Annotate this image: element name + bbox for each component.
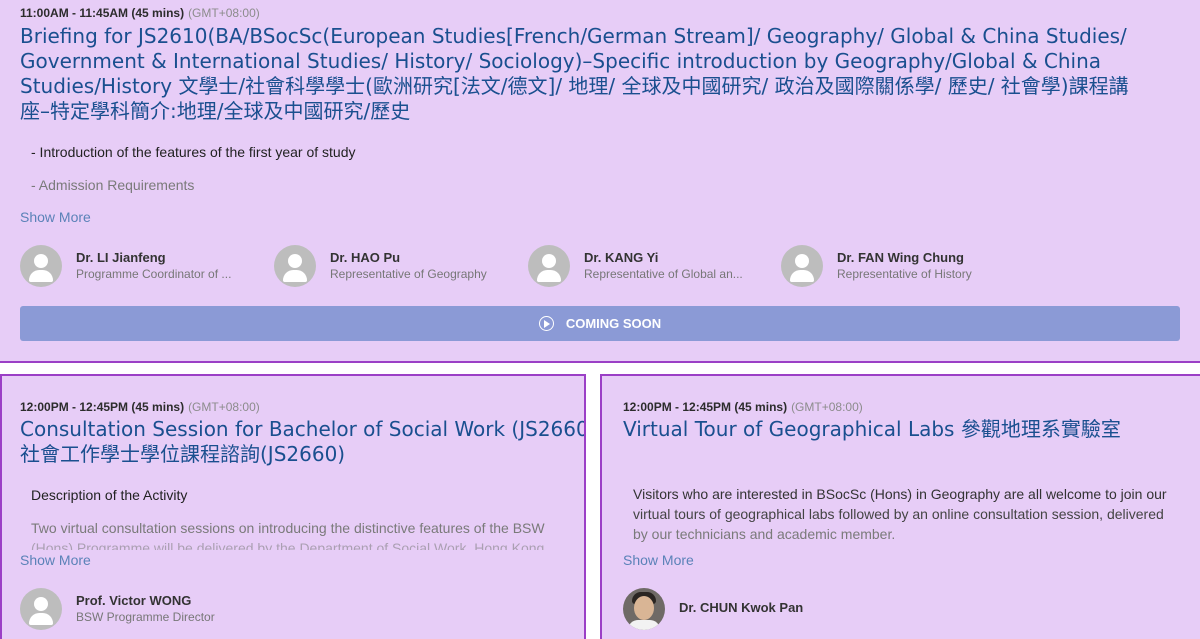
session-title[interactable]: Briefing for JS2610(BA/BSocSc(European S… (20, 24, 1190, 124)
speaker-name: Dr. LI Jianfeng (76, 250, 166, 265)
button-label: COMING SOON (565, 316, 662, 331)
description-line: by our technicians and academic member. (633, 526, 896, 542)
title-line: 座–特定學科簡介:地理/全球及中國研究/歷史 (20, 99, 411, 123)
play-circle-icon (538, 316, 554, 331)
title-line: Briefing for JS2610(BA/BSocSc(European S… (20, 24, 1127, 48)
speaker-name: Dr. FAN Wing Chung (837, 250, 964, 265)
speaker-hao-pu[interactable]: Dr. HAO Pu Representative of Geography (274, 243, 514, 289)
speaker-victor-wong[interactable]: Prof. Victor WONG BSW Programme Director (20, 586, 260, 632)
speaker-role: BSW Programme Director (76, 610, 215, 624)
speaker-name: Prof. Victor WONG (76, 593, 192, 608)
avatar-placeholder-icon (20, 588, 62, 630)
title-line: Consultation Session for Bachelor of Soc… (20, 417, 586, 441)
title-line: Virtual Tour of Geographical Labs 參觀地理系實… (623, 417, 1121, 441)
session-card-social-work-js2660: 12:00PM - 12:45PM (45 mins) (GMT+08:00) C… (0, 374, 586, 639)
speaker-role: Programme Coordinator of ... (76, 267, 232, 281)
description-line: (Hons) Programme will be delivered by th… (31, 540, 545, 550)
time-range: 11:00AM - 11:45AM (45 mins) (20, 6, 185, 20)
avatar-placeholder-icon (274, 245, 316, 287)
timezone: (GMT+08:00) (791, 400, 863, 414)
time-range: 12:00PM - 12:45PM (45 mins) (623, 400, 788, 414)
title-line: 社會工作學士學位課程諮詢(JS2660) (20, 442, 346, 466)
session-title[interactable]: Virtual Tour of Geographical Labs 參觀地理系實… (623, 417, 1193, 442)
title-line: Studies/History 文學士/社會科學學士(歐洲研究[法文/德文]/ … (20, 74, 1129, 98)
session-time: 11:00AM - 11:45AM (45 mins) (GMT+08:00) (20, 6, 260, 20)
description-line: virtual tours of geographical labs follo… (633, 506, 1164, 522)
speaker-kang-yi[interactable]: Dr. KANG Yi Representative of Global an.… (528, 243, 768, 289)
session-card-briefing-js2610: 11:00AM - 11:45AM (45 mins) (GMT+08:00) B… (0, 0, 1200, 363)
show-more-link[interactable]: Show More (623, 552, 694, 568)
show-more-link[interactable]: Show More (20, 552, 91, 568)
session-title[interactable]: Consultation Session for Bachelor of Soc… (20, 417, 586, 467)
speaker-fan-wing-chung[interactable]: Dr. FAN Wing Chung Representative of His… (781, 243, 1021, 289)
speaker-name: Dr. KANG Yi (584, 250, 659, 265)
description-line: Two virtual consultation sessions on int… (31, 520, 545, 536)
timezone: (GMT+08:00) (188, 6, 260, 20)
description-line: Description of the Activity (31, 487, 188, 503)
show-more-link[interactable]: Show More (20, 209, 91, 225)
speaker-chun-kwok-pan[interactable]: Dr. CHUN Kwok Pan (623, 586, 863, 632)
description-line: Visitors who are interested in BSocSc (H… (633, 486, 1167, 502)
coming-soon-button[interactable]: COMING SOON (20, 306, 1180, 341)
speaker-name: Dr. CHUN Kwok Pan (679, 600, 804, 615)
speaker-li-jianfeng[interactable]: Dr. LI Jianfeng Programme Coordinator of… (20, 243, 260, 289)
avatar-placeholder-icon (528, 245, 570, 287)
speaker-name: Dr. HAO Pu (330, 250, 401, 265)
timezone: (GMT+08:00) (188, 400, 260, 414)
speaker-role: Representative of Global an... (584, 267, 743, 281)
speaker-photo (623, 588, 665, 630)
title-line: Government & International Studies/ Hist… (20, 49, 1102, 73)
description-line: - Admission Requirements (31, 177, 195, 193)
speaker-role: Representative of History (837, 267, 972, 281)
time-range: 12:00PM - 12:45PM (45 mins) (20, 400, 185, 414)
session-time: 12:00PM - 12:45PM (45 mins) (GMT+08:00) (623, 400, 863, 414)
avatar-placeholder-icon (781, 245, 823, 287)
session-card-geographical-labs-tour: 12:00PM - 12:45PM (45 mins) (GMT+08:00) V… (600, 374, 1200, 639)
session-time: 12:00PM - 12:45PM (45 mins) (GMT+08:00) (20, 400, 260, 414)
avatar-placeholder-icon (20, 245, 62, 287)
description-line: - Introduction of the features of the fi… (31, 144, 356, 160)
speaker-role: Representative of Geography (330, 267, 487, 281)
